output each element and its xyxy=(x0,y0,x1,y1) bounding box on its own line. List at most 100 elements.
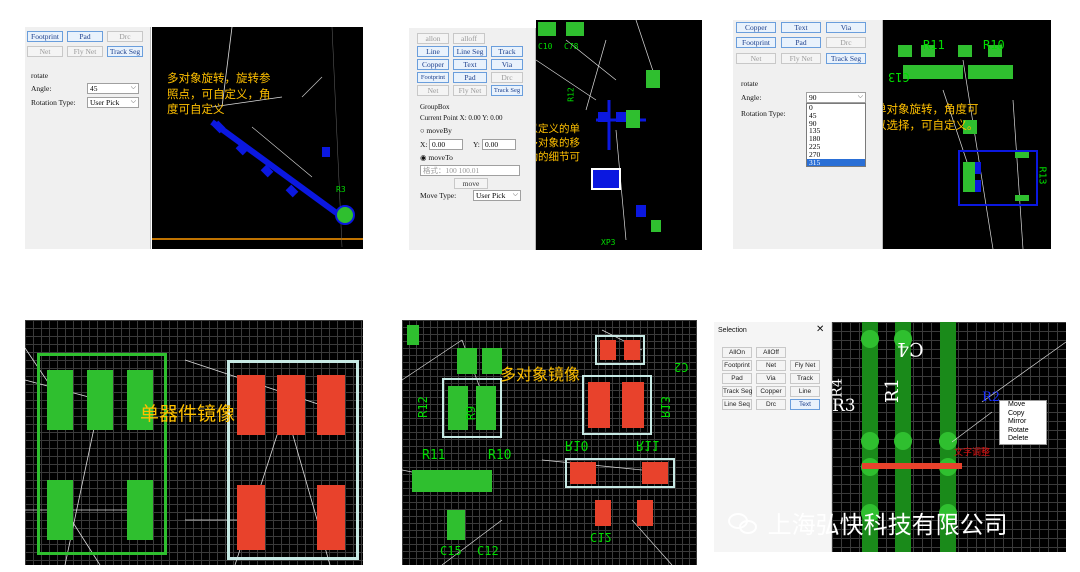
pad[interactable] xyxy=(482,348,502,374)
pad[interactable] xyxy=(975,162,981,174)
pad[interactable] xyxy=(127,480,153,540)
footprint-button[interactable]: Footprint xyxy=(417,72,449,83)
context-menu-copy[interactable]: Copy xyxy=(1000,410,1046,419)
context-menu-move[interactable]: Move xyxy=(1000,401,1046,410)
drc-button[interactable]: Drc xyxy=(491,72,523,83)
line-button[interactable]: Line xyxy=(790,386,820,397)
context-menu-delete[interactable]: Delete xyxy=(1000,435,1046,444)
pad[interactable] xyxy=(47,370,73,430)
pad[interactable] xyxy=(642,462,668,484)
pad[interactable] xyxy=(626,110,640,128)
pad[interactable] xyxy=(637,500,653,526)
pad[interactable] xyxy=(457,348,477,374)
via-button[interactable]: Via xyxy=(491,59,523,70)
pad[interactable] xyxy=(651,220,661,232)
fly-net-button[interactable]: Fly Net xyxy=(453,85,487,96)
drc-button[interactable]: Drc xyxy=(756,399,786,410)
pad[interactable] xyxy=(237,485,265,550)
track-button[interactable]: Track xyxy=(491,46,523,57)
alloff-button[interactable]: alloff xyxy=(453,33,485,44)
pad[interactable] xyxy=(595,500,611,526)
pad[interactable] xyxy=(566,22,584,36)
net-button[interactable]: Net xyxy=(756,360,786,371)
net-button[interactable]: Net xyxy=(736,53,776,64)
pad[interactable] xyxy=(616,112,626,122)
footprint-button[interactable]: Footprint xyxy=(736,37,776,48)
pad[interactable] xyxy=(317,485,345,550)
pad[interactable] xyxy=(898,45,912,57)
via-button[interactable]: Via xyxy=(826,22,866,33)
text-button[interactable]: Text xyxy=(790,399,820,410)
fly-net-button[interactable]: Fly Net xyxy=(781,53,821,64)
line-seg-button[interactable]: Line Seg xyxy=(453,46,487,57)
moveby-radio[interactable]: ○ moveBy xyxy=(420,126,452,135)
pad[interactable] xyxy=(624,340,640,360)
track-button[interactable]: Track xyxy=(790,373,820,384)
x-input[interactable]: 0.00 xyxy=(429,139,463,150)
moveto-radio[interactable]: ◉ moveTo xyxy=(420,153,453,162)
pad[interactable] xyxy=(636,205,646,217)
pcb-canvas[interactable]: R3 多对象旋转，旋转参照点，可自定义，角度可自定义 xyxy=(152,27,363,249)
angle-dropdown-list[interactable]: 0 45 90 135 180 225 270 315 xyxy=(806,103,866,168)
pad[interactable] xyxy=(322,147,330,157)
pcb-canvas[interactable]: R11 R10 C13 R13 单对象旋转，角度可以选择，可自定义。 xyxy=(883,20,1051,249)
pad[interactable] xyxy=(588,382,610,428)
pad-button[interactable]: Pad xyxy=(67,31,103,42)
angle-select[interactable]: 45 ⌵ xyxy=(87,83,139,94)
context-menu-mirror[interactable]: Mirror xyxy=(1000,418,1046,427)
pad[interactable] xyxy=(538,22,556,36)
net-button[interactable]: Net xyxy=(417,85,449,96)
pad[interactable] xyxy=(591,168,621,190)
pcb-canvas[interactable]: C10 C78 XP3 R12 支持可以定义的单对象和多对象的移动，移动的细节可… xyxy=(536,20,702,250)
pad[interactable] xyxy=(600,340,616,360)
track-seg-button[interactable]: Track Seg xyxy=(826,53,866,64)
pad[interactable] xyxy=(237,375,265,435)
pad[interactable] xyxy=(968,65,1013,79)
y-input[interactable]: 0.00 xyxy=(482,139,516,150)
track-seg-button[interactable]: Track Seg xyxy=(107,46,143,57)
pad[interactable] xyxy=(277,375,305,435)
line-seq-button[interactable]: Line Seq xyxy=(722,399,752,410)
pad[interactable] xyxy=(598,112,608,122)
pad[interactable] xyxy=(622,382,644,428)
close-icon[interactable]: ✕ xyxy=(816,324,824,335)
rotation-type-select[interactable]: User Pick ⌵ xyxy=(87,97,139,108)
pad[interactable] xyxy=(975,180,981,192)
footprint-button[interactable]: Footprint xyxy=(722,360,752,371)
move-type-select[interactable]: User Pick ⌵ xyxy=(473,190,521,201)
pad[interactable] xyxy=(1015,195,1029,201)
pad[interactable] xyxy=(903,65,963,79)
track-seg-button[interactable]: Track Seg xyxy=(491,85,523,96)
pad-button[interactable]: Pad xyxy=(781,37,821,48)
drc-button[interactable]: Drc xyxy=(826,37,866,48)
pad[interactable] xyxy=(476,386,496,430)
track-seq-button[interactable]: Track Seg xyxy=(722,386,752,397)
footprint-button[interactable]: Footprint xyxy=(27,31,63,42)
pad[interactable] xyxy=(447,510,465,540)
moveto-input[interactable]: 格式：100 100.01 xyxy=(420,165,520,176)
net-button[interactable]: Net xyxy=(27,46,63,57)
via-pad[interactable] xyxy=(335,205,355,225)
pad[interactable] xyxy=(407,325,419,345)
fly-net-button[interactable]: Fly Net xyxy=(790,360,820,371)
angle-select[interactable]: 90 ⌵ xyxy=(806,92,866,103)
line-button[interactable]: Line xyxy=(417,46,449,57)
alloff-button[interactable]: AllOff xyxy=(756,347,786,358)
allon-button[interactable]: allon xyxy=(417,33,449,44)
pad-button[interactable]: Pad xyxy=(722,373,752,384)
copper-button[interactable]: Copper xyxy=(736,22,776,33)
pad[interactable] xyxy=(570,462,596,484)
text-button[interactable]: Text xyxy=(781,22,821,33)
angle-option-selected[interactable]: 315 xyxy=(807,158,865,167)
fly-net-button[interactable]: Fly Net xyxy=(67,46,103,57)
copper-button[interactable]: Copper xyxy=(417,59,449,70)
pad[interactable] xyxy=(47,480,73,540)
pad[interactable] xyxy=(958,45,972,57)
context-menu-rotate[interactable]: Rotate xyxy=(1000,427,1046,436)
pad[interactable] xyxy=(87,370,113,430)
drc-button[interactable]: Drc xyxy=(107,31,143,42)
pad[interactable] xyxy=(412,470,492,492)
copper-button[interactable]: Copper xyxy=(756,386,786,397)
allon-button[interactable]: AllOn xyxy=(722,347,752,358)
move-button[interactable]: move xyxy=(454,178,488,189)
